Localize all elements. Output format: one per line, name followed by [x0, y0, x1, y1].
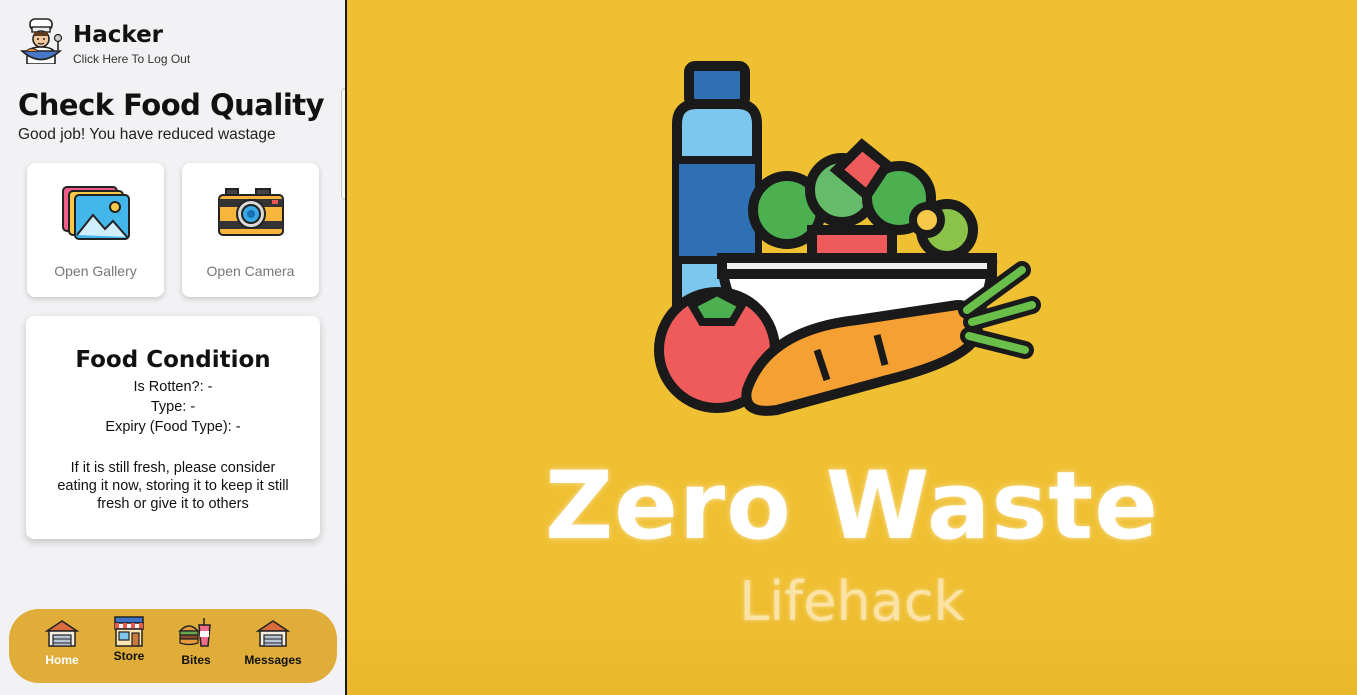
nav-label-bites: Bites — [181, 653, 211, 667]
nav-label-messages: Messages — [244, 653, 302, 667]
food-condition-title: Food Condition — [75, 347, 271, 373]
type-value: - — [190, 399, 196, 415]
bites-icon — [178, 618, 211, 647]
store-icon — [114, 616, 144, 647]
video-stage: Zero Waste Lifehack — [347, 0, 1357, 695]
rotten-value: - — [207, 379, 213, 395]
expiry-label: Expiry (Food Type): — [105, 419, 232, 435]
brand-title: Zero Waste — [545, 452, 1159, 561]
nav-label-home: Home — [45, 653, 79, 667]
user-header: Hacker Click Here To Log Out — [18, 18, 190, 66]
expiry-value: - — [235, 419, 241, 435]
camera-icon — [218, 188, 284, 236]
rotten-row: Is Rotten?: - — [26, 377, 320, 397]
logout-link[interactable]: Click Here To Log Out — [73, 52, 190, 66]
nav-label-store: Store — [113, 649, 145, 663]
open-camera-button[interactable]: Open Camera — [182, 163, 319, 297]
nav-item-home[interactable]: Home — [29, 619, 95, 667]
page-subtitle: Good job! You have reduced wastage — [18, 126, 276, 143]
user-info: Hacker Click Here To Log Out — [73, 18, 190, 66]
type-label: Type: — [150, 399, 187, 415]
messages-icon — [256, 620, 290, 647]
open-gallery-label: Open Gallery — [54, 263, 137, 279]
freshness-note: If it is still fresh, please consider ea… — [57, 460, 289, 512]
user-name: Hacker — [73, 22, 164, 48]
chef-avatar-icon — [19, 18, 63, 64]
type-row: Type: - — [26, 397, 320, 417]
open-camera-label: Open Camera — [206, 263, 295, 279]
nav-item-bites[interactable]: Bites — [163, 618, 229, 667]
food-condition-card: Food Condition Is Rotten?: - Type: - Exp… — [26, 316, 320, 539]
groceries-illustration — [654, 61, 1041, 416]
rotten-label: Is Rotten?: — [133, 379, 204, 395]
gallery-icon — [62, 186, 130, 240]
nav-item-store[interactable]: Store — [96, 616, 162, 663]
home-icon — [45, 620, 79, 647]
open-gallery-button[interactable]: Open Gallery — [27, 163, 164, 297]
page-title: Check Food Quality — [18, 88, 325, 122]
nav-item-messages[interactable]: Messages — [240, 619, 306, 667]
app-panel: Hacker Click Here To Log Out Check Food … — [0, 0, 345, 695]
brand-subtitle: Lifehack — [739, 570, 965, 633]
expiry-row: Expiry (Food Type): - — [26, 417, 320, 437]
bottom-nav: Home Store Bites Messages — [9, 609, 337, 683]
